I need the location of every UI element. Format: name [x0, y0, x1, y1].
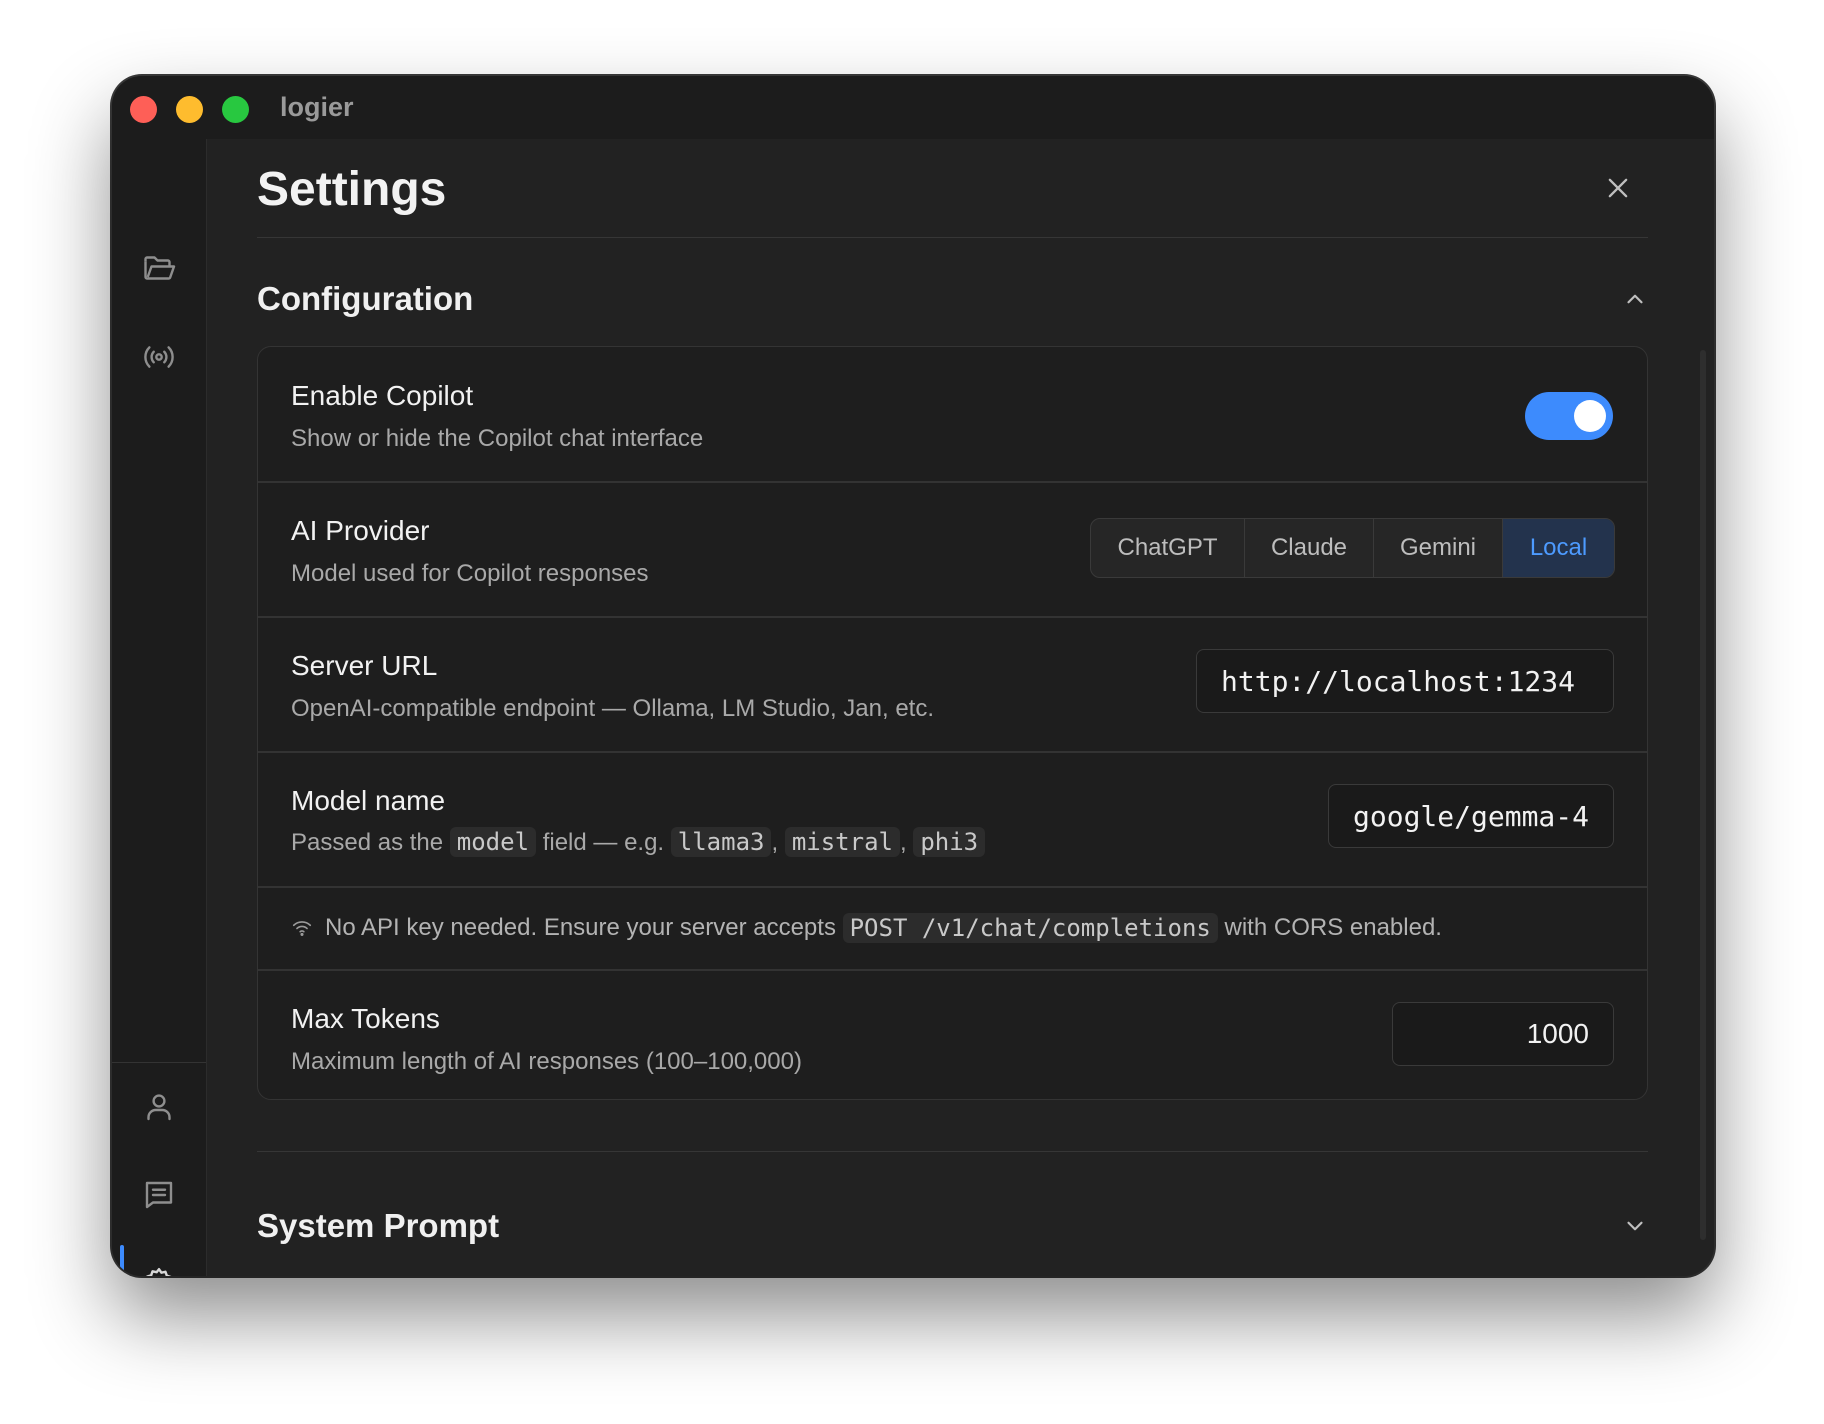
inline-code-example: mistral — [784, 827, 900, 857]
desc-text: field — e.g. — [542, 829, 665, 856]
setting-label: AI Provider — [291, 515, 430, 546]
app-title: logier — [280, 92, 354, 122]
setting-description: Maximum length of AI responses (100–100,… — [291, 1048, 802, 1075]
note-text: with CORS enabled. — [1224, 914, 1442, 941]
note-text: No API key needed. Ensure your server ac… — [325, 914, 836, 941]
provider-option-chatgpt[interactable]: ChatGPT — [1091, 519, 1245, 577]
setting-description: OpenAI-compatible endpoint — Ollama, LM … — [291, 695, 934, 722]
chevron-up-icon[interactable] — [1620, 284, 1650, 314]
setting-row-server-url: Server URL OpenAI-compatible endpoint — … — [258, 617, 1647, 751]
section-divider — [257, 1151, 1648, 1152]
model-name-input[interactable]: google/gemma-4 — [1328, 784, 1614, 848]
section-title-configuration[interactable]: Configuration — [257, 280, 473, 318]
inline-code-example: phi3 — [913, 827, 986, 857]
setting-label: Server URL — [291, 650, 438, 681]
setting-row-model-name: Model name Passed as the model field — e… — [258, 752, 1647, 886]
toggle-knob — [1574, 400, 1606, 432]
broadcast-icon[interactable] — [139, 337, 179, 377]
copilot-toggle[interactable] — [1525, 392, 1613, 440]
provider-option-local[interactable]: Local — [1503, 519, 1614, 577]
setting-description: Passed as the model field — e.g. llama3,… — [291, 827, 986, 857]
local-server-note: No API key needed. Ensure your server ac… — [258, 887, 1647, 969]
inline-code-endpoint: POST /v1/chat/completions — [842, 913, 1218, 943]
title-divider — [257, 237, 1648, 238]
wifi-icon — [292, 921, 312, 936]
page-title: Settings — [257, 163, 447, 216]
setting-description: Model used for Copilot responses — [291, 560, 649, 587]
inline-code-example: llama3 — [670, 827, 772, 857]
close-window-button[interactable] — [130, 96, 157, 123]
setting-row-provider: AI Provider Model used for Copilot respo… — [258, 482, 1647, 616]
max-tokens-input[interactable]: 1000 — [1392, 1002, 1614, 1066]
zoom-window-button[interactable] — [222, 96, 249, 123]
configuration-card: Enable Copilot Show or hide the Copilot … — [257, 346, 1648, 1100]
setting-row-copilot: Enable Copilot Show or hide the Copilot … — [258, 347, 1647, 481]
active-indicator — [120, 1245, 124, 1276]
provider-option-claude[interactable]: Claude — [1245, 519, 1374, 577]
sidebar — [112, 139, 207, 1276]
provider-segmented-control: ChatGPT Claude Gemini Local — [1090, 518, 1615, 578]
setting-description: Show or hide the Copilot chat interface — [291, 425, 704, 452]
provider-option-gemini[interactable]: Gemini — [1374, 519, 1503, 577]
chevron-down-icon[interactable] — [1620, 1211, 1650, 1241]
scrollbar[interactable] — [1700, 350, 1706, 1240]
setting-label: Enable Copilot — [291, 380, 474, 411]
desc-text: Passed as the — [291, 829, 444, 856]
titlebar: logier — [112, 76, 1714, 139]
setting-label: Model name — [291, 785, 446, 816]
section-title-system-prompt[interactable]: System Prompt — [257, 1207, 499, 1245]
setting-row-max-tokens: Max Tokens Maximum length of AI response… — [258, 970, 1647, 1099]
gear-icon[interactable] — [139, 1263, 179, 1276]
server-url-input[interactable]: http://localhost:1234 — [1196, 649, 1614, 713]
setting-label: Max Tokens — [291, 1003, 440, 1034]
message-icon[interactable] — [139, 1175, 179, 1215]
user-icon[interactable] — [139, 1087, 179, 1127]
folder-icon[interactable] — [139, 248, 179, 288]
inline-code-model: model — [449, 827, 537, 857]
minimize-window-button[interactable] — [176, 96, 203, 123]
sidebar-divider — [112, 1062, 206, 1063]
close-icon[interactable] — [1593, 163, 1643, 213]
